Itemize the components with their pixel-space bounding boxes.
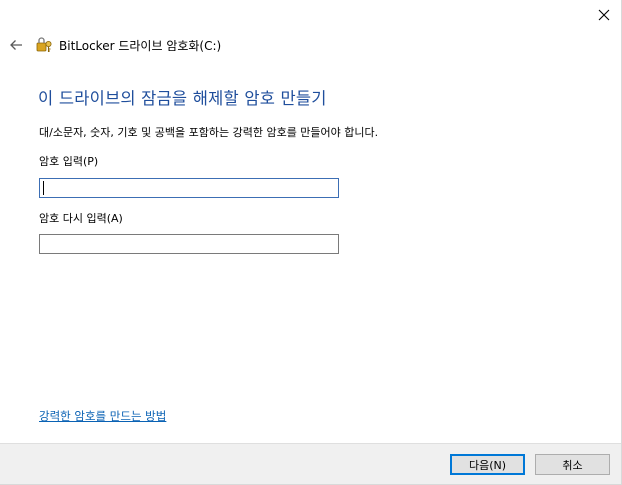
text-caret [43,181,44,195]
bitlocker-dialog: BitLocker 드라이브 암호화(C:) 이 드라이브의 잠금을 해제할 암… [0,0,622,485]
confirm-password-label: 암호 다시 입력(A) [39,212,123,225]
next-button[interactable]: 다음(N) [450,454,525,475]
bitlocker-key-icon [36,37,52,52]
close-button[interactable] [587,0,621,30]
page-heading: 이 드라이브의 잠금을 해제할 암호 만들기 [38,89,327,108]
close-icon [598,9,610,21]
back-arrow-icon [10,40,22,50]
password-input[interactable] [39,178,339,198]
back-button[interactable] [5,35,27,55]
cancel-button[interactable]: 취소 [535,454,610,475]
strong-password-help-link[interactable]: 강력한 암호를 만드는 방법 [39,408,166,424]
dialog-footer: 다음(N) 취소 [0,443,621,484]
password-requirements-text: 대/소문자, 숫자, 기호 및 공백을 포함하는 강력한 암호를 만들어야 합니… [39,126,379,139]
window-title: BitLocker 드라이브 암호화(C:) [59,39,222,53]
password-label: 암호 입력(P) [39,155,99,168]
confirm-password-input[interactable] [39,234,339,254]
